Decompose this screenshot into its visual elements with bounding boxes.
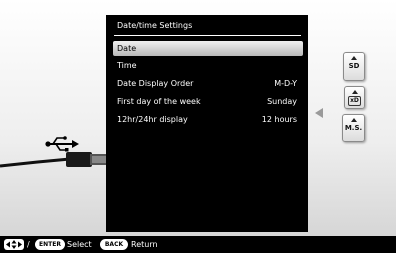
sd-card-label: SD	[348, 62, 360, 70]
menu-item-date-display-order[interactable]: Date Display Order M-D-Y	[113, 76, 303, 91]
menu-item-value: M-D-Y	[274, 79, 297, 88]
menu-item-value: Sunday	[267, 97, 297, 106]
memory-stick-icon[interactable]: M.S.	[342, 114, 365, 142]
xd-card-label: xD	[348, 96, 361, 106]
menu-item-time[interactable]: Time	[113, 58, 303, 73]
sd-card-icon[interactable]: SD	[343, 52, 365, 81]
menu-item-label: Date	[117, 44, 137, 53]
slash-separator: /	[27, 240, 30, 249]
selection-arrow-icon	[315, 108, 323, 118]
back-key-badge: BACK	[100, 239, 128, 250]
dialog-title: Date/time Settings	[117, 21, 193, 30]
menu-item-first-day-of-week[interactable]: First day of the week Sunday	[113, 94, 303, 109]
eject-triangle-icon	[351, 90, 358, 94]
usb-cable-icon	[0, 152, 106, 168]
bottom-hint-bar: / ENTER Select BACK Return	[0, 236, 396, 253]
memory-stick-label: M.S.	[344, 124, 363, 132]
eject-triangle-icon	[351, 56, 357, 60]
menu-item-label: 12hr/24hr display	[117, 115, 188, 124]
screen-background: SD xD M.S. Date/time Settings Date Time …	[0, 0, 396, 236]
eject-triangle-icon	[350, 118, 357, 122]
xd-card-icon[interactable]: xD	[344, 86, 365, 109]
title-divider	[114, 35, 301, 36]
menu-item-label: Date Display Order	[117, 79, 194, 88]
menu-item-12hr-24hr-display[interactable]: 12hr/24hr display 12 hours	[113, 112, 303, 127]
menu-item-date[interactable]: Date	[113, 41, 303, 56]
menu-item-label: Time	[117, 61, 137, 70]
menu-item-value: 12 hours	[261, 115, 297, 124]
select-hint-label: Select	[67, 240, 92, 249]
menu-item-label: First day of the week	[117, 97, 201, 106]
return-hint-label: Return	[131, 240, 158, 249]
enter-key-badge: ENTER	[35, 239, 65, 250]
dpad-icon	[4, 239, 24, 250]
settings-dialog: Date/time Settings Date Time Date Displa…	[106, 15, 308, 232]
